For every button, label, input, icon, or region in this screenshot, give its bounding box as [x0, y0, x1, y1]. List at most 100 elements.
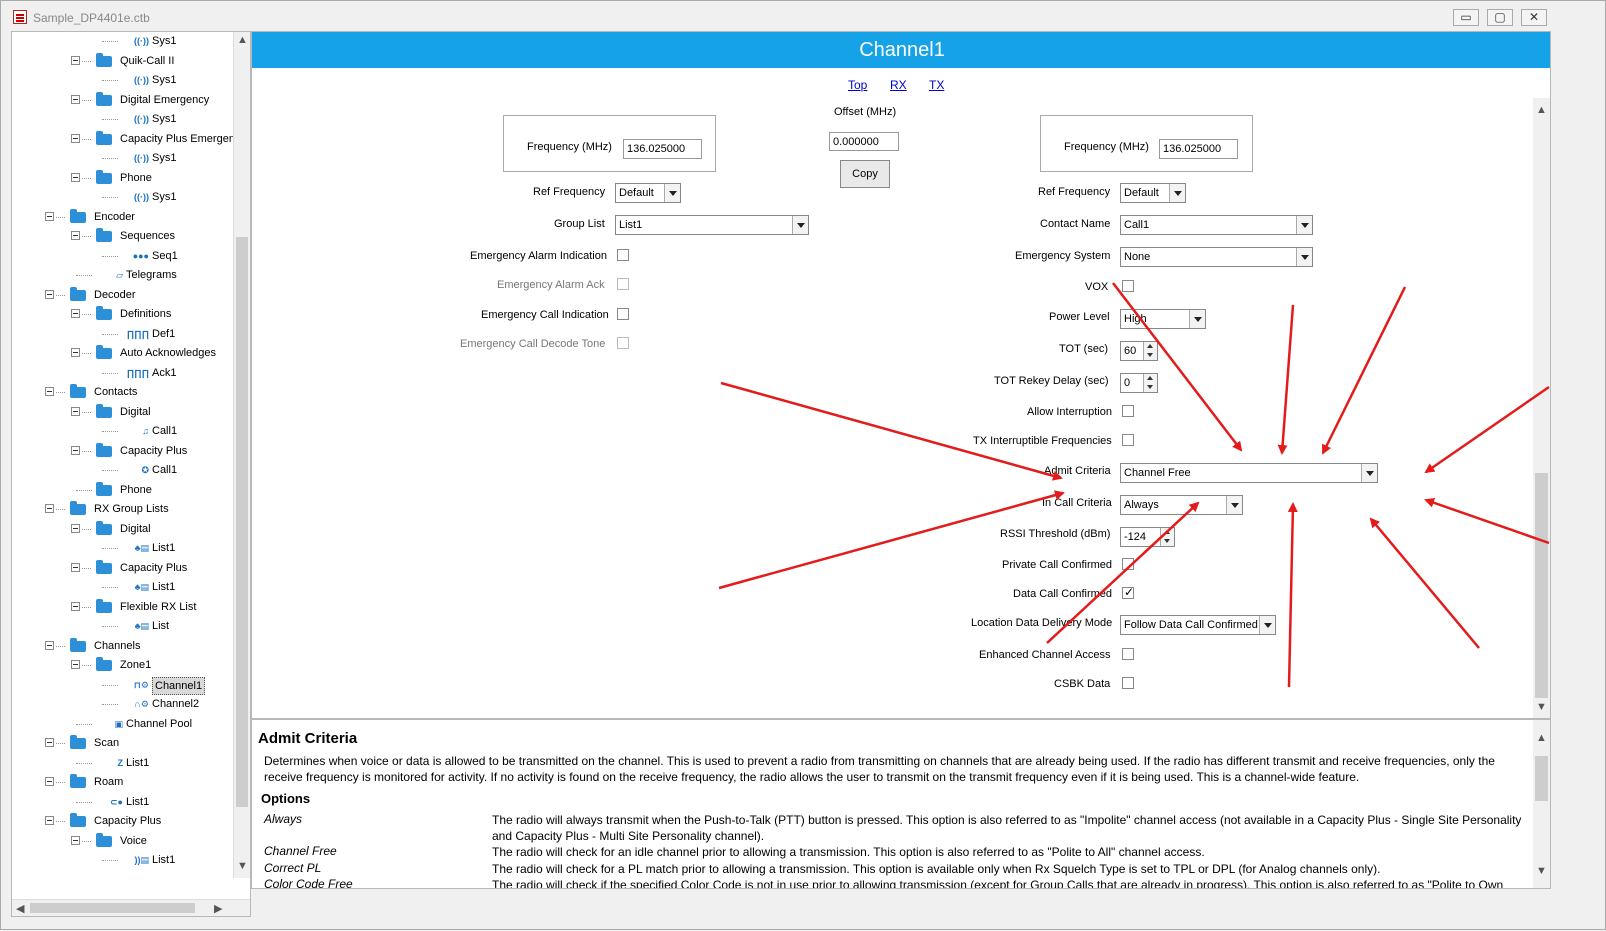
tree-vertical-scrollbar[interactable]: ▲ ▼ [233, 32, 250, 878]
collapse-toggle-icon[interactable] [71, 133, 80, 143]
editor-vertical-scrollbar[interactable]: ▲ ▼ [1533, 98, 1550, 718]
collapse-toggle-icon[interactable] [71, 660, 80, 669]
tree-node[interactable]: Digital [12, 402, 234, 422]
tree-node[interactable]: Z List1 [12, 753, 234, 773]
editor-scroll-thumb[interactable] [1535, 473, 1548, 698]
collapse-toggle-icon[interactable] [71, 231, 80, 240]
collapse-toggle-icon[interactable] [45, 777, 54, 786]
tree-node[interactable]: ▣ Channel Pool [12, 714, 234, 734]
tx-frequency-input[interactable]: 136.025000 [1159, 139, 1238, 159]
tree-node[interactable]: ♣▤ List [12, 616, 234, 636]
minimize-button[interactable]: ▭ [1453, 9, 1479, 26]
chevron-down-icon[interactable] [1296, 248, 1312, 266]
tree-node[interactable]: ⊓⚙ Channel1 [12, 675, 234, 695]
tree-hscroll-thumb[interactable] [30, 903, 195, 913]
tree-node[interactable]: Capacity Plus Emergen [12, 129, 235, 149]
tree-scroll-thumb[interactable] [236, 237, 248, 807]
tree-node[interactable]: ♫ Call1 [12, 421, 234, 441]
tree-node[interactable]: Decoder [12, 285, 234, 305]
scroll-up-icon[interactable]: ▲ [1536, 732, 1547, 744]
collapse-toggle-icon[interactable] [71, 445, 80, 455]
tree-horizontal-scrollbar[interactable]: ◀ ▶ [12, 899, 250, 916]
tree-node[interactable]: Digital Emergency [12, 90, 234, 110]
link-rx[interactable]: RX [890, 78, 907, 92]
tx-interruptible-frequencies-checkbox[interactable] [1122, 434, 1134, 446]
tree-node[interactable]: ✪ Call1 [12, 460, 234, 480]
tree-node[interactable]: Capacity Plus [12, 441, 234, 461]
emergency-alarm-indication-checkbox[interactable] [617, 249, 629, 261]
tx-ref-frequency-select[interactable]: Default [1120, 183, 1186, 203]
collapse-toggle-icon[interactable] [45, 387, 54, 396]
allow-interruption-checkbox[interactable] [1122, 405, 1134, 417]
tree-node[interactable]: Auto Acknowledges [12, 343, 234, 363]
tree-node[interactable]: Capacity Plus [12, 558, 234, 578]
scroll-up-icon[interactable]: ▲ [1536, 104, 1547, 116]
data-call-confirmed-checkbox[interactable] [1122, 585, 1134, 599]
help-scroll-thumb[interactable] [1535, 756, 1548, 801]
tree-node[interactable]: ((·)) Sys1 [12, 32, 234, 51]
tree-node[interactable]: ⊂● List1 [12, 792, 234, 812]
tree-node[interactable]: RX Group Lists [12, 499, 234, 519]
rssi-threshold-spinner[interactable]: -124 [1120, 527, 1175, 547]
collapse-toggle-icon[interactable] [45, 816, 54, 825]
collapse-toggle-icon[interactable] [45, 738, 54, 747]
scroll-down-icon[interactable]: ▼ [1536, 701, 1547, 713]
chevron-down-icon[interactable] [1169, 184, 1185, 202]
tree-node[interactable]: Roam [12, 772, 234, 792]
maximize-button[interactable]: ▢ [1487, 9, 1513, 26]
tree-node[interactable]: ♣▤ List1 [12, 538, 234, 558]
scroll-down-icon[interactable]: ▼ [1536, 865, 1547, 877]
tree-node[interactable]: ((·)) Sys1 [12, 70, 234, 90]
vox-checkbox[interactable] [1122, 280, 1134, 292]
tree-node[interactable]: Definitions [12, 304, 234, 324]
emergency-system-select[interactable]: None [1120, 247, 1313, 267]
tree-node[interactable]: Contacts [12, 382, 234, 402]
tree-node[interactable]: ((·)) Sys1 [12, 109, 234, 129]
link-tx[interactable]: TX [929, 78, 944, 92]
chevron-down-icon[interactable] [1296, 216, 1312, 234]
chevron-down-icon[interactable] [1259, 616, 1275, 634]
tree-node[interactable]: ▱ Telegrams [12, 265, 234, 285]
collapse-toggle-icon[interactable] [71, 94, 80, 104]
emergency-alarm-ack-checkbox[interactable] [617, 278, 629, 290]
emergency-call-decode-tone-checkbox[interactable] [617, 337, 629, 349]
private-call-confirmed-checkbox[interactable] [1122, 558, 1134, 570]
chevron-down-icon[interactable] [1226, 496, 1242, 514]
rx-ref-frequency-select[interactable]: Default [615, 183, 681, 203]
collapse-toggle-icon[interactable] [71, 309, 80, 318]
collapse-toggle-icon[interactable] [45, 504, 54, 513]
tree-node[interactable]: ∩⚙ Channel2 [12, 694, 234, 714]
csbk-data-checkbox[interactable] [1122, 677, 1134, 689]
chevron-down-icon[interactable] [1361, 464, 1377, 482]
offset-input[interactable]: 0.000000 [829, 132, 899, 151]
tree-node[interactable]: ))▤ List1 [12, 850, 234, 870]
tree-node[interactable]: Digital [12, 519, 234, 539]
collapse-toggle-icon[interactable] [45, 640, 54, 650]
admit-criteria-select[interactable]: Channel Free [1120, 463, 1378, 483]
contact-name-select[interactable]: Call1 [1120, 215, 1313, 235]
power-level-select[interactable]: High [1120, 309, 1206, 329]
tree-node[interactable]: Channels [12, 636, 234, 656]
spinner-arrows-icon[interactable] [1143, 374, 1157, 392]
tree-node[interactable]: Scan [12, 733, 234, 753]
collapse-toggle-icon[interactable] [71, 348, 80, 357]
tree-node[interactable]: Sequences [12, 226, 234, 246]
tot-rekey-delay-spinner[interactable]: 0 [1120, 373, 1158, 393]
collapse-toggle-icon[interactable] [71, 55, 80, 65]
chevron-down-icon[interactable] [1189, 310, 1205, 328]
scroll-up-icon[interactable]: ▲ [237, 34, 248, 46]
close-button[interactable]: ✕ [1521, 9, 1547, 26]
tree-node[interactable]: Encoder [12, 207, 234, 227]
scroll-right-icon[interactable]: ▶ [214, 902, 222, 915]
tree-node[interactable]: ∏∏∏ Ack1 [12, 363, 234, 383]
collapse-toggle-icon[interactable] [71, 406, 80, 416]
tot-spinner[interactable]: 60 [1120, 341, 1158, 361]
location-data-delivery-mode-select[interactable]: Follow Data Call Confirmed [1120, 615, 1276, 635]
collapse-toggle-icon[interactable] [71, 523, 80, 533]
tree-node[interactable]: Capacity Plus [12, 811, 234, 831]
in-call-criteria-select[interactable]: Always [1120, 495, 1243, 515]
enhanced-channel-access-checkbox[interactable] [1122, 648, 1134, 660]
tree-node[interactable]: Flexible RX List [12, 597, 234, 617]
chevron-down-icon[interactable] [664, 184, 680, 202]
tree-node[interactable]: ∏∏∏ Def1 [12, 324, 234, 344]
